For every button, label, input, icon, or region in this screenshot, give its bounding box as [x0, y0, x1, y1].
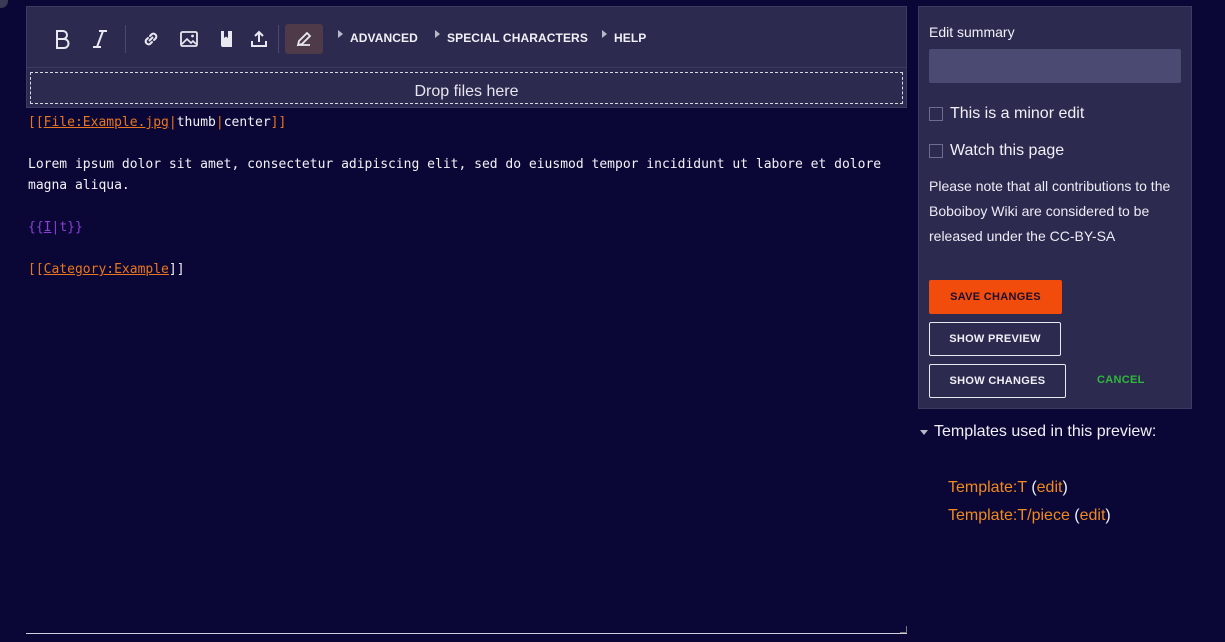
edit-summary-label: Edit summary — [929, 24, 1015, 40]
triangle-down-icon — [920, 429, 928, 435]
license-note: Please note that all contributions to th… — [929, 178, 1171, 244]
bracket-open: [[ — [28, 262, 44, 277]
watch-page-checkbox-row[interactable]: Watch this page — [929, 142, 1064, 160]
edit-summary-input[interactable] — [929, 49, 1181, 83]
cancel-button[interactable]: CANCEL — [1097, 374, 1145, 386]
minor-edit-label: This is a minor edit — [950, 105, 1085, 122]
show-changes-button[interactable]: SHOW CHANGES — [929, 364, 1066, 398]
bracket-open: [[ — [28, 115, 44, 130]
minor-edit-checkbox-row[interactable]: This is a minor edit — [929, 105, 1084, 123]
menu-advanced[interactable]: ADVANCED — [338, 30, 418, 45]
pipe: | — [168, 115, 177, 130]
brace-open: {{ — [28, 220, 44, 235]
editor-bottom-border — [26, 633, 907, 634]
menu-special-characters[interactable]: SPECIAL CHARACTERS — [435, 30, 588, 45]
wikitext-editor[interactable]: [[File:Example.jpg|thumb|center]] Lorem … — [28, 112, 906, 280]
templates-used-heading: Templates used in this preview: — [934, 423, 1157, 440]
drop-zone-label: Drop files here — [414, 83, 519, 100]
list-item: Template:T/piece (edit) — [948, 502, 1111, 530]
param-center: center — [223, 115, 271, 130]
editor-paragraph: Lorem ipsum dolor sit amet, consectetur … — [28, 157, 889, 193]
save-changes-button[interactable]: SAVE CHANGES — [929, 280, 1062, 314]
bracket-close: ]] — [168, 262, 185, 277]
param-thumb: thumb — [176, 115, 216, 130]
brace-close: }} — [67, 220, 83, 235]
italic-icon — [93, 30, 107, 48]
menu-advanced-label: ADVANCED — [350, 31, 418, 45]
paren-close: ) — [1062, 479, 1068, 496]
link-icon — [144, 32, 158, 46]
show-preview-button[interactable]: SHOW PREVIEW — [929, 322, 1061, 356]
templates-used-toggle[interactable]: Templates used in this preview: — [920, 423, 1156, 441]
bold-button[interactable] — [47, 24, 77, 54]
category-link[interactable]: Category:Example — [44, 262, 169, 277]
window-corner — [0, 0, 8, 8]
template-link[interactable]: Template:T/piece — [948, 507, 1070, 524]
pencil-icon — [296, 31, 312, 47]
toolbar-separator — [278, 25, 279, 53]
file-link[interactable]: File:Example.jpg — [44, 115, 169, 130]
drop-zone-wrapper: Drop files here — [26, 68, 907, 108]
book-icon — [221, 31, 232, 47]
upload-button[interactable] — [244, 24, 274, 54]
image-icon — [180, 31, 198, 47]
list-item: Template:T (edit) — [948, 474, 1111, 502]
gallery-button[interactable] — [212, 24, 242, 54]
editor-toolbar: ADVANCED SPECIAL CHARACTERS HELP — [26, 6, 907, 68]
pipe: | — [215, 115, 224, 130]
edit-options-panel: Edit summary This is a minor edit Watch … — [918, 6, 1192, 409]
bold-icon — [56, 30, 70, 49]
upload-icon — [251, 30, 267, 47]
drop-zone[interactable]: Drop files here — [30, 72, 903, 104]
triangle-right-icon — [602, 30, 607, 38]
editor-line-template: {{I|t}} — [28, 217, 906, 238]
toolbar-separator — [125, 25, 126, 53]
template-param: t — [59, 220, 68, 235]
menu-special-characters-label: SPECIAL CHARACTERS — [447, 31, 588, 45]
minor-edit-checkbox[interactable] — [929, 107, 943, 121]
template-edit-link[interactable]: edit — [1080, 507, 1106, 524]
image-button[interactable] — [174, 24, 204, 54]
paren-close: ) — [1105, 507, 1111, 524]
menu-help[interactable]: HELP — [602, 30, 647, 45]
editor-line-file: [[File:Example.jpg|thumb|center]] — [28, 112, 906, 133]
templates-list: Template:T (edit) Template:T/piece (edit… — [948, 474, 1111, 530]
triangle-right-icon — [435, 30, 440, 38]
menu-help-label: HELP — [614, 31, 647, 45]
template-link[interactable]: Template:T — [948, 479, 1027, 496]
editor-line-category: [[Category:Example]] — [28, 259, 906, 280]
source-mode-button[interactable] — [285, 24, 323, 54]
link-button[interactable] — [136, 24, 166, 54]
template-edit-link[interactable]: edit — [1037, 479, 1063, 496]
watch-page-label: Watch this page — [950, 142, 1065, 159]
resize-handle[interactable] — [900, 626, 907, 633]
triangle-right-icon — [338, 30, 343, 38]
watch-page-checkbox[interactable] — [929, 144, 943, 158]
italic-button[interactable] — [85, 24, 115, 54]
bracket-close: ]] — [270, 115, 287, 130]
